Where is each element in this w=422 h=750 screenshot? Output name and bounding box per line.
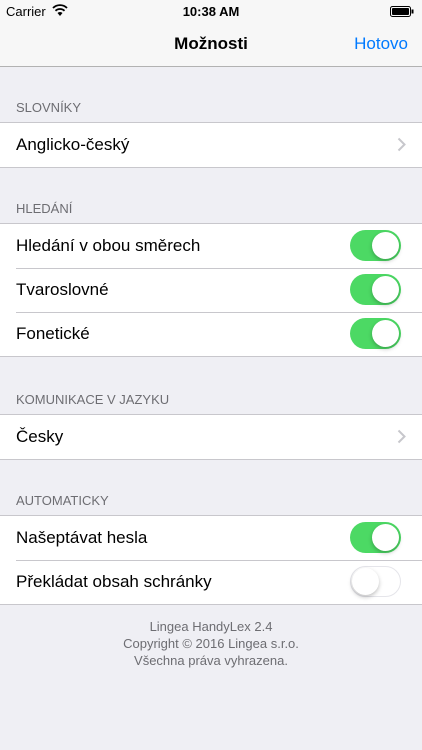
cell-language[interactable]: Česky [0,415,422,459]
cell-label: Hledání v obou směrech [16,236,201,255]
section-header-communication: KOMUNIKACE V JAZYKU [16,392,170,407]
cell-label: Česky [16,427,64,446]
section-header-dictionaries: SLOVNÍKY [16,100,82,115]
section-header-search: HLEDÁNÍ [16,201,73,216]
cell-label: Anglicko-český [16,135,130,154]
done-button[interactable]: Hotovo [354,34,408,54]
cell-phonetic: Fonetické [0,312,422,356]
battery-icon [390,6,414,17]
cell-translate-clipboard: Překládat obsah schránky [0,560,422,604]
phonetic-toggle[interactable] [350,318,401,349]
cell-suggest-entries: Našeptávat hesla [0,516,422,560]
section-header-automatic: AUTOMATICKY [16,493,109,508]
suggest-entries-toggle[interactable] [350,522,401,553]
status-bar: Carrier 10:38 AM [0,0,422,22]
rights-reserved: Všechna práva vyhrazena. [134,653,288,668]
chevron-right-icon [397,429,406,444]
morphological-toggle[interactable] [350,274,401,305]
cell-label: Překládat obsah schránky [16,572,212,591]
status-time: 10:38 AM [182,4,240,19]
navigation-bar: Možnosti Hotovo [0,22,422,67]
toggle-knob [372,276,399,303]
about-footer: Lingea HandyLex 2.4 Copyright © 2016 Lin… [0,618,422,669]
cell-morphological: Tvaroslovné [0,268,422,312]
toggle-knob [372,232,399,259]
cell-label: Našeptávat hesla [16,528,148,547]
group-communication: Česky [0,414,422,460]
cell-dictionary[interactable]: Anglicko-český [0,123,422,167]
app-version: Lingea HandyLex 2.4 [149,619,273,634]
toggle-knob [352,568,379,595]
group-automatic: Našeptávat hesla Překládat obsah schránk… [0,515,422,605]
cell-search-both-directions: Hledání v obou směrech [0,224,422,268]
cell-label: Tvaroslovné [16,280,109,299]
cell-label: Fonetické [16,324,90,343]
toggle-knob [372,320,399,347]
group-dictionaries: Anglicko-český [0,122,422,168]
copyright: Copyright © 2016 Lingea s.r.o. [123,636,299,651]
search-both-directions-toggle[interactable] [350,230,401,261]
toggle-knob [372,524,399,551]
chevron-right-icon [397,137,406,152]
group-search: Hledání v obou směrech Tvaroslovné Fonet… [0,223,422,357]
translate-clipboard-toggle[interactable] [350,566,401,597]
